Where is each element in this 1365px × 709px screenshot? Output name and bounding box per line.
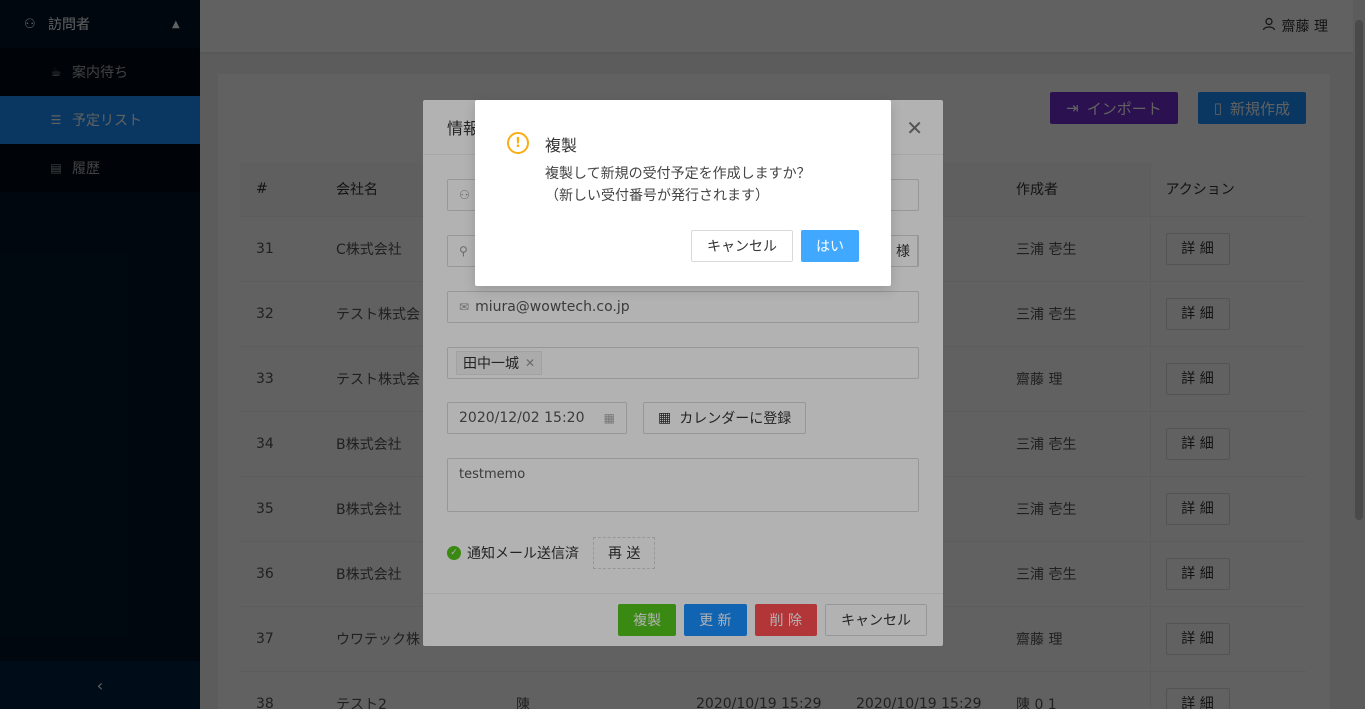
confirm-ok-button[interactable]: はい xyxy=(801,230,859,262)
confirm-title: 複製 xyxy=(545,136,578,155)
exclamation-circle-icon: ! xyxy=(507,132,529,154)
confirm-body: 複製して新規の受付予定を作成しますか？ （新しい受付番号が発行されます） xyxy=(545,163,811,207)
confirm-line-2: （新しい受付番号が発行されます） xyxy=(545,188,769,204)
confirm-buttons: キャンセル はい xyxy=(691,230,859,262)
confirm-dialog: ! 複製 複製して新規の受付予定を作成しますか？ （新しい受付番号が発行されます… xyxy=(475,100,891,286)
confirm-cancel-button[interactable]: キャンセル xyxy=(691,230,793,262)
confirm-line-1: 複製して新規の受付予定を作成しますか？ xyxy=(545,166,811,182)
